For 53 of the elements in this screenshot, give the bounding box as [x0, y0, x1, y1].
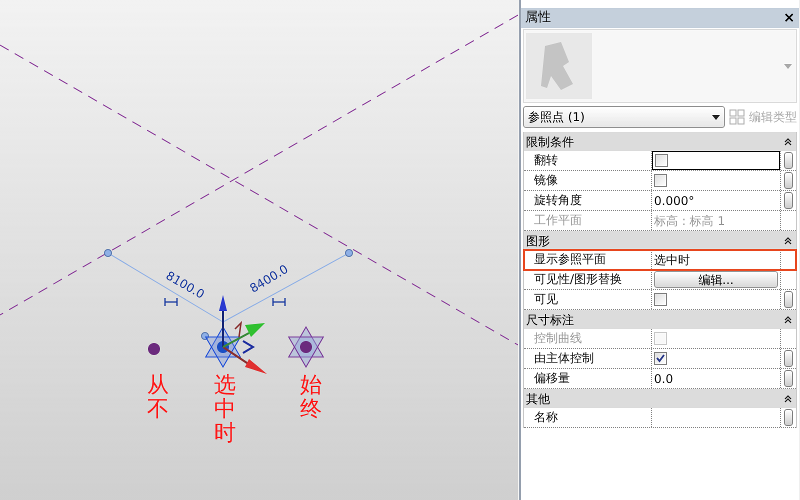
checkbox[interactable] — [654, 352, 667, 365]
property-label: 名称 — [524, 408, 652, 427]
dropdown-arrow-icon[interactable] — [784, 64, 792, 68]
property-label: 可见 — [524, 290, 652, 309]
collapse-icon[interactable] — [784, 394, 792, 402]
category-title: 限制条件 — [526, 134, 574, 150]
checkbox[interactable] — [654, 174, 667, 187]
property-label: 显示参照平面 — [524, 250, 652, 269]
category-title: 图形 — [526, 232, 550, 250]
collapse-icon[interactable] — [784, 316, 792, 324]
reference-point-plane-icon — [288, 326, 324, 368]
property-label: 镜像 — [524, 171, 652, 190]
reference-point-icon — [148, 343, 160, 355]
associate-parameter-button[interactable] — [784, 291, 793, 308]
associate-parameter-button[interactable] — [784, 152, 793, 169]
category-title: 尺寸标注 — [526, 312, 574, 328]
checkbox[interactable] — [654, 293, 667, 306]
property-label: 翻转 — [524, 151, 652, 170]
checkbox[interactable] — [655, 154, 668, 167]
property-label: 控制曲线 — [524, 329, 652, 348]
selected-point-gizmo-drawing[interactable] — [204, 295, 267, 374]
category-header[interactable]: 其他 — [524, 389, 796, 408]
close-button[interactable]: × — [783, 11, 795, 25]
associate-parameter-button[interactable] — [784, 370, 793, 387]
property-label: 偏移量 — [524, 369, 652, 388]
associate-parameter-button[interactable] — [784, 350, 793, 367]
associate-parameter-button[interactable] — [784, 409, 793, 426]
category-header[interactable]: 图形 — [524, 231, 796, 250]
collapse-icon[interactable] — [784, 138, 792, 146]
dropdown-arrow-icon — [712, 114, 720, 120]
type-selector-dropdown[interactable]: 参照点 (1) — [523, 106, 725, 128]
panel-title: 属性 — [525, 9, 551, 28]
dimension-lock-icon[interactable] — [164, 298, 178, 306]
category-title: 其他 — [526, 390, 550, 408]
point-label: 从不 — [147, 374, 169, 422]
edit-button[interactable]: 编辑... — [654, 271, 778, 288]
category-header[interactable]: 尺寸标注 — [524, 310, 796, 329]
property-label: 工作平面 — [524, 211, 652, 230]
property-value[interactable]: 0.000° — [652, 192, 694, 210]
point-label: 始终 — [300, 374, 322, 422]
point-label: 选中时 — [214, 374, 236, 447]
category-header[interactable]: 限制条件 — [524, 132, 796, 151]
property-value[interactable]: 0.0 — [652, 370, 674, 388]
dimension-handle-icon[interactable] — [201, 332, 209, 340]
property-value[interactable]: 选中时 — [652, 250, 690, 268]
collapse-icon[interactable] — [784, 236, 792, 244]
dimension-lock-icon[interactable] — [272, 298, 286, 306]
edit-type-icon — [729, 109, 745, 125]
property-label: 旋转角度 — [524, 191, 652, 210]
property-label: 由主体控制 — [524, 349, 652, 368]
associate-parameter-button[interactable] — [784, 172, 793, 189]
associate-parameter-button[interactable] — [784, 192, 793, 209]
property-label: 可见性/图形替换 — [524, 270, 652, 289]
